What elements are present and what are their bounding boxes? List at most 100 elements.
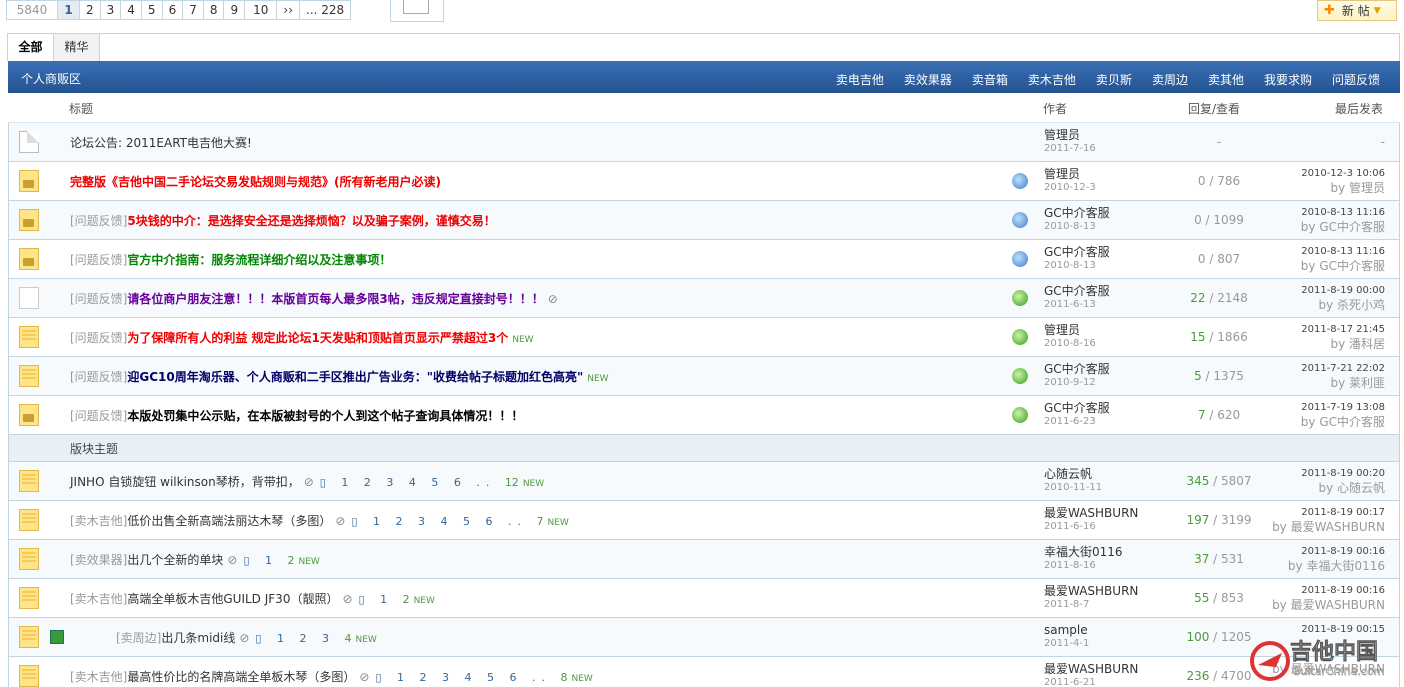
thread-type-prefix[interactable]: [问题反馈]	[70, 370, 127, 384]
thread-title[interactable]: 高端全单板木吉他GUILD JF30（靓照）	[127, 592, 338, 606]
thread-subject[interactable]: [卖木吉他]低价出售全新高端法丽达木琴（多图） ⊘ ▯ 1 2 3 4 5 6 ..…	[70, 512, 569, 529]
thread-type-prefix[interactable]: [卖木吉他]	[70, 670, 127, 684]
thread-type-prefix[interactable]: [问题反馈]	[70, 409, 127, 423]
thread-pages[interactable]: ▯ 1 2	[243, 554, 294, 567]
category-link[interactable]: 问题反馈	[1332, 71, 1380, 88]
announcement-subject[interactable]: 论坛公告: 2011EART电吉他大赛!	[70, 134, 252, 151]
last-page-link[interactable]: 2	[288, 554, 295, 567]
category-link[interactable]: 卖电吉他	[836, 71, 884, 88]
author-name[interactable]: GC中介客服	[1044, 362, 1110, 376]
page-link[interactable]: 3	[100, 0, 122, 20]
thread-pages[interactable]: ▯ 1 2 3 4 5 6 .. 7	[351, 515, 543, 528]
page-link[interactable]: 9	[224, 0, 246, 20]
last-post-author[interactable]: by 莱利匪	[1301, 376, 1385, 390]
thread-title[interactable]: 5块钱的中介：是选择安全还是选择烦恼？以及骗子案例，谨慎交易！	[127, 214, 495, 228]
thread-type-prefix[interactable]: [卖周边]	[116, 631, 161, 645]
thread-title[interactable]: JINHO 自锁旋钮 wilkinson琴桥，背带扣，	[70, 475, 300, 489]
thread-subject[interactable]: [卖周边]出几条midi线 ⊘ ▯ 1 2 3 4 NEW	[116, 629, 377, 646]
page-link[interactable]: 5	[141, 0, 163, 20]
thread-type-prefix[interactable]: [问题反馈]	[70, 214, 127, 228]
page-link[interactable]: 7	[183, 0, 204, 20]
thread-title[interactable]: 出几条midi线	[161, 631, 235, 645]
category-link[interactable]: 卖其他	[1208, 71, 1244, 88]
author-name[interactable]: sample	[1044, 623, 1088, 637]
last-post-author[interactable]: by 杀死小鸡	[1301, 298, 1385, 312]
thread-type-prefix[interactable]: [问题反馈]	[70, 253, 127, 267]
last-post-author[interactable]: by GC中介客服	[1301, 220, 1385, 234]
last-page-link[interactable]: 12	[505, 476, 519, 489]
thread-subject[interactable]: [问题反馈]官方中介指南：服务流程详细介绍以及注意事项！	[70, 251, 391, 268]
new-post-button[interactable]: ✚ 新 帖 ▼	[1317, 0, 1397, 21]
thread-subject[interactable]: [卖木吉他]最高性价比的名牌高端全单板木琴（多图） ⊘ ▯ 1 2 3 4 5 6 …	[70, 668, 593, 685]
thread-pages[interactable]: ▯ 1 2 3 4 5 6 .. 12	[320, 476, 519, 489]
tab-all[interactable]: 全部	[8, 34, 54, 62]
thread-title[interactable]: 完整版《吉他中国二手论坛交易发贴规则与规范》(所有新老用户必读)	[70, 175, 441, 189]
thread-subject[interactable]: [问题反馈]5块钱的中介：是选择安全还是选择烦恼？以及骗子案例，谨慎交易！	[70, 212, 496, 229]
jump-field[interactable]	[403, 0, 429, 14]
last-post-author[interactable]: by GC中介客服	[1301, 415, 1385, 429]
last-post-author[interactable]: by 幸福大街0116	[1288, 559, 1385, 573]
page-link[interactable]: 4	[121, 0, 142, 20]
thread-pages[interactable]: ▯ 1 2	[359, 593, 410, 606]
thread-subject[interactable]: [问题反馈]迎GC10周年淘乐器、个人商贩和二手区推出广告业务："收费给帖子标题…	[70, 368, 609, 385]
last-post-author[interactable]: by GC中介客服	[1301, 259, 1385, 273]
author-name[interactable]: 幸福大街0116	[1044, 545, 1123, 559]
page-link[interactable]: 10	[245, 0, 278, 20]
page-link[interactable]: 8	[203, 0, 225, 20]
thread-type-prefix[interactable]: [问题反馈]	[70, 292, 127, 306]
author-name[interactable]: GC中介客服	[1044, 206, 1110, 220]
author-name[interactable]: 管理员	[1044, 167, 1080, 181]
thread-title[interactable]: 请各位商户朋友注意！！！本版首页每人最多限3帖，违反规定直接封号！！！	[127, 292, 543, 306]
author-name[interactable]: 心随云帆	[1044, 467, 1092, 481]
last-post-author[interactable]: by 最爱WASHBURN	[1272, 598, 1385, 612]
last-page-link[interactable]: 4	[344, 632, 351, 645]
author-name[interactable]: GC中介客服	[1044, 284, 1110, 298]
page-jump-input[interactable]	[390, 0, 444, 22]
thread-title[interactable]: 迎GC10周年淘乐器、个人商贩和二手区推出广告业务："收费给帖子标题加红色高亮"	[127, 370, 583, 384]
last-post-author[interactable]: by 最爱WASHBURN	[1272, 520, 1385, 534]
thread-title[interactable]: 为了保障所有人的利益 规定此论坛1天发贴和顶贴首页显示严禁超过3个	[127, 331, 508, 345]
thread-pages[interactable]: ▯ 1 2 3 4 5 6 .. 8	[375, 671, 567, 684]
page-last[interactable]: ... 228	[300, 0, 352, 20]
category-link[interactable]: 卖木吉他	[1028, 71, 1076, 88]
thread-type-prefix[interactable]: [卖效果器]	[70, 553, 127, 567]
thread-pages[interactable]: ▯ 1 2 3 4	[255, 632, 351, 645]
page-link[interactable]: 1	[58, 0, 80, 20]
category-link[interactable]: 卖周边	[1152, 71, 1188, 88]
last-page-link[interactable]: 2	[403, 593, 410, 606]
author-name[interactable]: 管理员	[1044, 323, 1080, 337]
author-name[interactable]: 最爱WASHBURN	[1044, 584, 1138, 598]
category-link[interactable]: 卖效果器	[904, 71, 952, 88]
thread-title[interactable]: 最高性价比的名牌高端全单板木琴（多图）	[127, 670, 355, 684]
thread-type-prefix[interactable]: [卖木吉他]	[70, 514, 127, 528]
page-link[interactable]: 6	[162, 0, 184, 20]
author-name[interactable]: GC中介客服	[1044, 401, 1110, 415]
author-name[interactable]: 最爱WASHBURN	[1044, 506, 1138, 520]
author-name[interactable]: GC中介客服	[1044, 245, 1110, 259]
thread-subject[interactable]: [卖效果器]出几个全新的单块 ⊘ ▯ 1 2 NEW	[70, 551, 320, 568]
thread-type-prefix[interactable]: [卖木吉他]	[70, 592, 127, 606]
thread-title[interactable]: 低价出售全新高端法丽达木琴（多图）	[127, 514, 331, 528]
last-post-author[interactable]: by 潘科居	[1301, 337, 1385, 351]
thread-subject[interactable]: [问题反馈]请各位商户朋友注意！！！本版首页每人最多限3帖，违反规定直接封号！！…	[70, 290, 558, 307]
last-page-link[interactable]: 7	[536, 515, 543, 528]
thread-subject[interactable]: [问题反馈]为了保障所有人的利益 规定此论坛1天发贴和顶贴首页显示严禁超过3个 N…	[70, 329, 534, 346]
thread-subject[interactable]: [卖木吉他]高端全单板木吉他GUILD JF30（靓照） ⊘ ▯ 1 2 NEW	[70, 590, 435, 607]
page-link[interactable]: 2	[80, 0, 101, 20]
last-page-link[interactable]: 8	[560, 671, 567, 684]
thread-subject[interactable]: JINHO 自锁旋钮 wilkinson琴桥，背带扣， ⊘ ▯ 1 2 3 4 5 …	[70, 473, 544, 490]
thread-type-prefix[interactable]: [问题反馈]	[70, 331, 127, 345]
thread-title[interactable]: 出几个全新的单块	[127, 553, 223, 567]
last-post-author[interactable]: by 心随云帆	[1301, 481, 1385, 495]
tab-digest[interactable]: 精华	[54, 34, 100, 62]
thread-title[interactable]: 官方中介指南：服务流程详细介绍以及注意事项！	[127, 253, 391, 267]
thread-subject[interactable]: [问题反馈]本版处罚集中公示贴，在本版被封号的个人到这个帖子查询具体情况！！！	[70, 407, 523, 424]
category-link[interactable]: 卖音箱	[972, 71, 1008, 88]
category-link[interactable]: 卖贝斯	[1096, 71, 1132, 88]
page-next[interactable]: ››	[277, 0, 301, 20]
thread-subject[interactable]: 完整版《吉他中国二手论坛交易发贴规则与规范》(所有新老用户必读)	[70, 173, 441, 190]
last-post-author[interactable]: by 管理员	[1301, 181, 1385, 195]
author-name[interactable]: 最爱WASHBURN	[1044, 662, 1138, 676]
thread-title[interactable]: 本版处罚集中公示贴，在本版被封号的个人到这个帖子查询具体情况！！！	[127, 409, 523, 423]
category-link[interactable]: 我要求购	[1264, 71, 1312, 88]
